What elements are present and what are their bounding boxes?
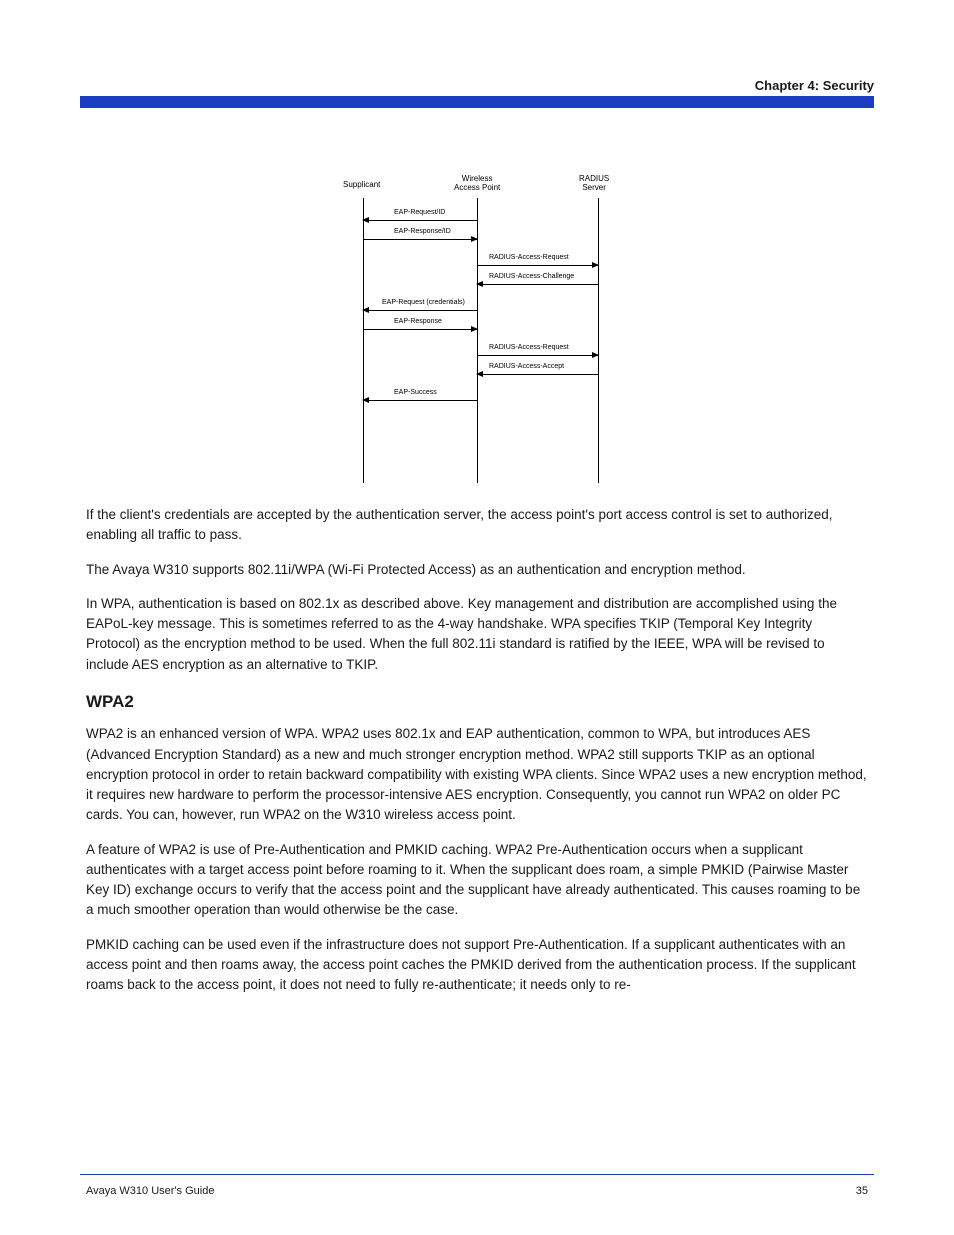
para-wpa2-pmkid: PMKID caching can be used even if the in…: [86, 935, 868, 996]
para-wpa2-intro: WPA2 is an enhanced version of WPA. WPA2…: [86, 724, 868, 825]
msg-eap-response: EAP-Response: [394, 318, 442, 325]
eap-sequence-diagram: Supplicant Wireless Access Point RADIUS …: [347, 175, 615, 485]
arrow-eap-response: [363, 329, 477, 330]
para-wpa2-preauth: A feature of WPA2 is use of Pre-Authenti…: [86, 840, 868, 921]
para-wpa-detail: In WPA, authentication is based on 802.1…: [86, 594, 868, 675]
footer-doc-title: Avaya W310 User's Guide: [86, 1185, 214, 1197]
arrow-radius-access-request-1: [477, 265, 598, 266]
tick: [477, 254, 478, 261]
tick: [598, 363, 599, 370]
tick: [477, 209, 478, 216]
body-copy: If the client's credentials are accepted…: [86, 505, 868, 1009]
para-wpa-intro: The Avaya W310 supports 802.11i/WPA (Wi-…: [86, 560, 868, 580]
arrow-eap-response-id: [363, 239, 477, 240]
msg-eap-request-credentials: EAP-Request (credentials): [382, 299, 465, 306]
msg-eap-response-id: EAP-Response/ID: [394, 228, 451, 235]
running-title: Chapter 4: Security: [755, 78, 874, 93]
para-authorized: If the client's credentials are accepted…: [86, 505, 868, 546]
arrow-eap-request-credentials: [363, 310, 477, 311]
header-rule: [80, 96, 874, 108]
heading-wpa2: WPA2: [86, 689, 868, 715]
msg-eap-request-id: EAP-Request/ID: [394, 209, 445, 216]
tick: [363, 228, 364, 235]
arrow-eap-success: [363, 400, 477, 401]
footer-rule: [80, 1174, 874, 1175]
footer-page-number: 35: [856, 1185, 868, 1197]
tick: [477, 299, 478, 306]
msg-radius-access-accept: RADIUS-Access-Accept: [489, 363, 564, 370]
msg-radius-access-request-1: RADIUS-Access-Request: [489, 254, 569, 261]
actor-radius: RADIUS Server: [579, 175, 609, 193]
tick: [477, 344, 478, 351]
tick: [363, 318, 364, 325]
arrow-radius-access-challenge: [477, 284, 598, 285]
lifeline-supplicant: [363, 198, 364, 483]
arrow-eap-request-id: [363, 220, 477, 221]
msg-eap-success: EAP-Success: [394, 389, 437, 396]
msg-radius-access-challenge: RADIUS-Access-Challenge: [489, 273, 574, 280]
arrow-radius-access-accept: [477, 374, 598, 375]
tick: [598, 273, 599, 280]
actor-supplicant: Supplicant: [343, 181, 380, 190]
actor-access-point: Wireless Access Point: [454, 175, 500, 193]
arrow-radius-access-request-2: [477, 355, 598, 356]
lifeline-radius: [598, 198, 599, 483]
msg-radius-access-request-2: RADIUS-Access-Request: [489, 344, 569, 351]
tick: [477, 389, 478, 396]
